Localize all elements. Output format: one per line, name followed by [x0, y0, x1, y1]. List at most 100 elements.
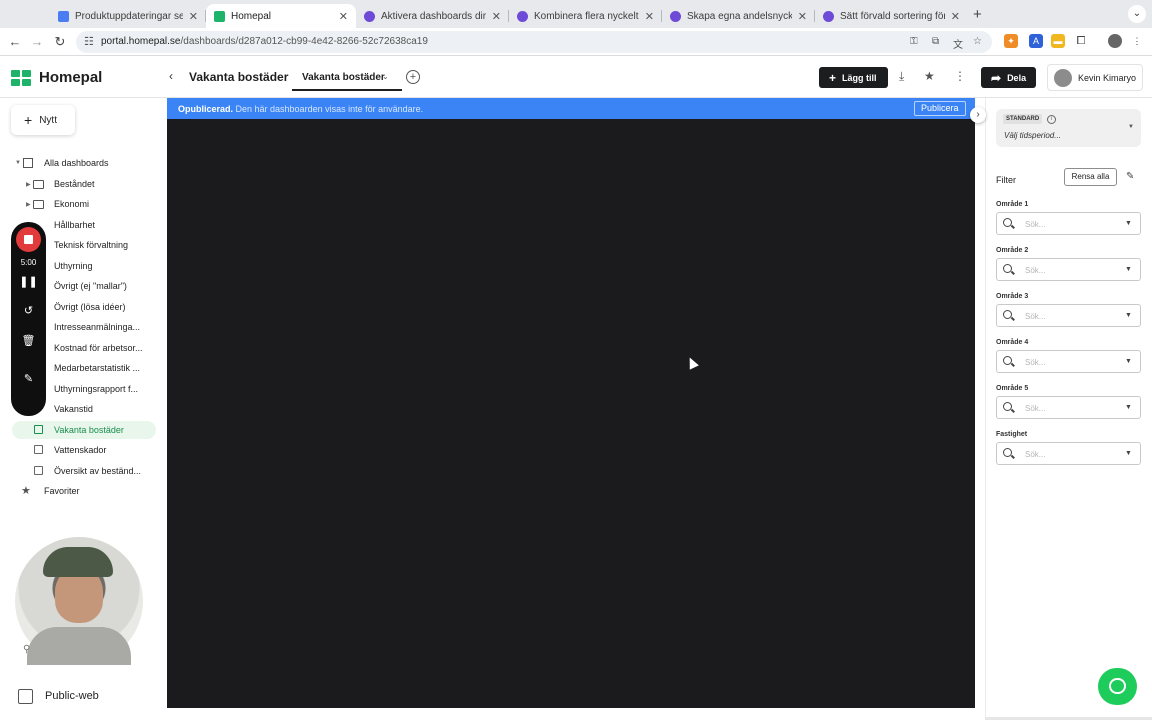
draw-icon[interactable]: ✎ — [11, 372, 46, 385]
puzzle-icon[interactable]: ⧠ — [1074, 34, 1088, 48]
reload-icon[interactable]: ↻ — [51, 33, 69, 51]
publish-button[interactable]: Publicera — [914, 101, 966, 116]
filter-placeholder: Sök... — [1025, 312, 1046, 321]
user-edit-icon[interactable]: ⚲ — [23, 644, 30, 655]
browser-tab-kombinera[interactable]: Kombinera flera nyckeltal i en ✕ — [509, 4, 662, 28]
filter-label: Område 2 — [996, 247, 1029, 254]
chat-bubble-icon — [1109, 678, 1126, 694]
period-select[interactable]: STANDARD i Välj tidsperiod... ▼ — [996, 109, 1141, 147]
folder-icon — [33, 200, 44, 209]
tab-title: Skapa egna andelsnyckeltal - — [687, 10, 792, 22]
sidebar-item-label: Översikt av beständ... — [54, 466, 142, 476]
new-tab-icon[interactable]: + — [973, 6, 982, 23]
extension-icon[interactable]: A — [1029, 34, 1043, 48]
download-icon[interactable]: ⤓ — [899, 69, 904, 84]
filter-placeholder: Sök... — [1025, 358, 1046, 367]
add-tab-icon[interactable]: + — [406, 70, 420, 84]
trash-icon[interactable]: 🗑 — [11, 334, 46, 347]
chevron-left-icon[interactable]: ‹ — [169, 69, 173, 83]
sidebar-item-all-dashboards[interactable]: ▼ Alla dashboards — [14, 154, 154, 172]
add-button[interactable]: + Lägg till — [819, 67, 888, 88]
clear-all-button[interactable]: Rensa alla — [1064, 168, 1117, 186]
key-icon[interactable]: ⚿ — [910, 36, 918, 47]
filter-select-omrade-2[interactable]: Sök... ▼ — [996, 258, 1141, 281]
filter-placeholder: Sök... — [1025, 404, 1046, 413]
period-placeholder: Välj tidsperiod... — [1004, 131, 1061, 140]
share-button[interactable]: ➦ Dela — [981, 67, 1036, 88]
notes-extension-icon[interactable]: ▬ — [1051, 34, 1065, 48]
chevron-down-icon[interactable]: ▼ — [15, 160, 21, 166]
search-icon — [1003, 448, 1012, 457]
filter-placeholder: Sök... — [1025, 266, 1046, 275]
chevron-right-icon[interactable]: ▶ — [26, 201, 31, 208]
close-icon[interactable]: ✕ — [492, 10, 501, 23]
close-icon[interactable]: ✕ — [798, 10, 807, 23]
pencil-icon[interactable]: ✎ — [1126, 171, 1134, 182]
translate-icon[interactable]: 文 — [953, 36, 963, 51]
chevron-down-icon: ▼ — [1128, 124, 1134, 130]
filter-select-omrade-1[interactable]: Sök... ▼ — [996, 212, 1141, 235]
browser-tab-produktuppdateringar[interactable]: Produktuppdateringar septem ✕ — [50, 4, 206, 28]
install-icon[interactable]: ⧉ — [932, 36, 939, 47]
address-bar[interactable]: ☷ portal.homepal.se/dashboards/d287a012-… — [76, 31, 992, 53]
share-arrow-icon: ➦ — [991, 70, 1002, 85]
sidebar-folder[interactable]: ▶ Beståndet — [24, 175, 154, 193]
tab-vakanta-bostader[interactable]: Vakanta bostäder ⌄ — [292, 64, 402, 91]
chevron-down-icon: ▼ — [1125, 358, 1132, 365]
dashboard-canvas[interactable] — [167, 119, 975, 708]
chevron-down-icon[interactable]: ⌄ — [382, 72, 389, 81]
new-button[interactable]: + Nytt — [11, 105, 75, 135]
search-icon — [1003, 218, 1012, 227]
sidebar-dashboard-item[interactable]: Översikt av beständ... — [24, 462, 154, 480]
kebab-menu-icon[interactable]: ⋮ — [1130, 34, 1144, 48]
back-icon[interactable]: ← — [6, 33, 24, 51]
stop-recording-button[interactable] — [16, 227, 41, 252]
sidebar-folder[interactable]: ▶ Ekonomi — [24, 195, 154, 213]
close-icon[interactable]: ✕ — [339, 10, 348, 23]
profile-avatar-icon[interactable] — [1108, 34, 1122, 48]
browser-tab-aktivera[interactable]: Aktivera dashboards direkt fr ✕ — [356, 4, 509, 28]
browser-tab-satt[interactable]: Sätt förvald sortering för bätt ✕ — [815, 4, 968, 28]
sidebar-item-label: Favoriter — [44, 486, 80, 496]
close-icon[interactable]: ✕ — [189, 10, 198, 23]
sidebar-item-favorites[interactable]: ★ Favoriter — [14, 482, 154, 500]
chevron-right-icon[interactable]: › — [970, 107, 986, 123]
brand-name[interactable]: Homepal — [39, 69, 102, 86]
browser-tab-skapa[interactable]: Skapa egna andelsnyckeltal - ✕ — [662, 4, 815, 28]
user-name: Kevin Kimaryo — [1078, 73, 1137, 83]
share-button-label: Dela — [1007, 72, 1027, 83]
filter-select-fastighet[interactable]: Sök... ▼ — [996, 442, 1141, 465]
restart-icon[interactable]: ↺ — [11, 304, 46, 317]
tab-title: Kombinera flera nyckeltal i en — [534, 10, 639, 22]
bookmark-star-icon[interactable]: ☆ — [973, 36, 982, 47]
metamask-extension-icon[interactable]: ✦ — [1004, 34, 1018, 48]
webcam-bubble[interactable] — [15, 537, 143, 665]
info-icon[interactable]: i — [1047, 115, 1056, 124]
close-icon[interactable]: ✕ — [951, 10, 960, 23]
more-vertical-icon[interactable]: ⋮ — [954, 69, 966, 83]
user-menu[interactable]: Kevin Kimaryo — [1047, 64, 1143, 91]
homepal-logo-icon[interactable] — [11, 70, 31, 86]
workspace-label[interactable]: Public-web — [45, 690, 99, 702]
filter-placeholder: Sök... — [1025, 450, 1046, 459]
chat-support-button[interactable] — [1098, 668, 1137, 705]
close-icon[interactable]: ✕ — [645, 10, 654, 23]
browser-tab-homepal[interactable]: Homepal ✕ — [206, 4, 356, 28]
sidebar-dashboard-item[interactable]: Vattenskador — [24, 441, 154, 459]
filter-select-omrade-5[interactable]: Sök... ▼ — [996, 396, 1141, 419]
pause-icon[interactable]: ❚❚ — [11, 275, 46, 288]
tab-title: Aktivera dashboards direkt fr — [381, 10, 486, 22]
sidebar-item-vakanta-bostader[interactable]: Vakanta bostäder — [12, 421, 156, 439]
filter-select-omrade-4[interactable]: Sök... ▼ — [996, 350, 1141, 373]
sidebar-item-label: Intresseanmälninga... — [54, 322, 141, 332]
search-icon — [1003, 264, 1012, 273]
site-settings-icon[interactable]: ☷ — [84, 35, 94, 48]
forward-icon[interactable]: → — [28, 33, 46, 51]
chevron-down-icon[interactable]: ⌄ — [1128, 5, 1146, 23]
chevron-down-icon: ▼ — [1125, 312, 1132, 319]
star-icon[interactable]: ★ — [924, 69, 935, 83]
recording-timer: 5:00 — [20, 258, 37, 267]
filter-select-omrade-3[interactable]: Sök... ▼ — [996, 304, 1141, 327]
building-icon[interactable] — [15, 687, 37, 706]
chevron-right-icon[interactable]: ▶ — [26, 181, 31, 188]
